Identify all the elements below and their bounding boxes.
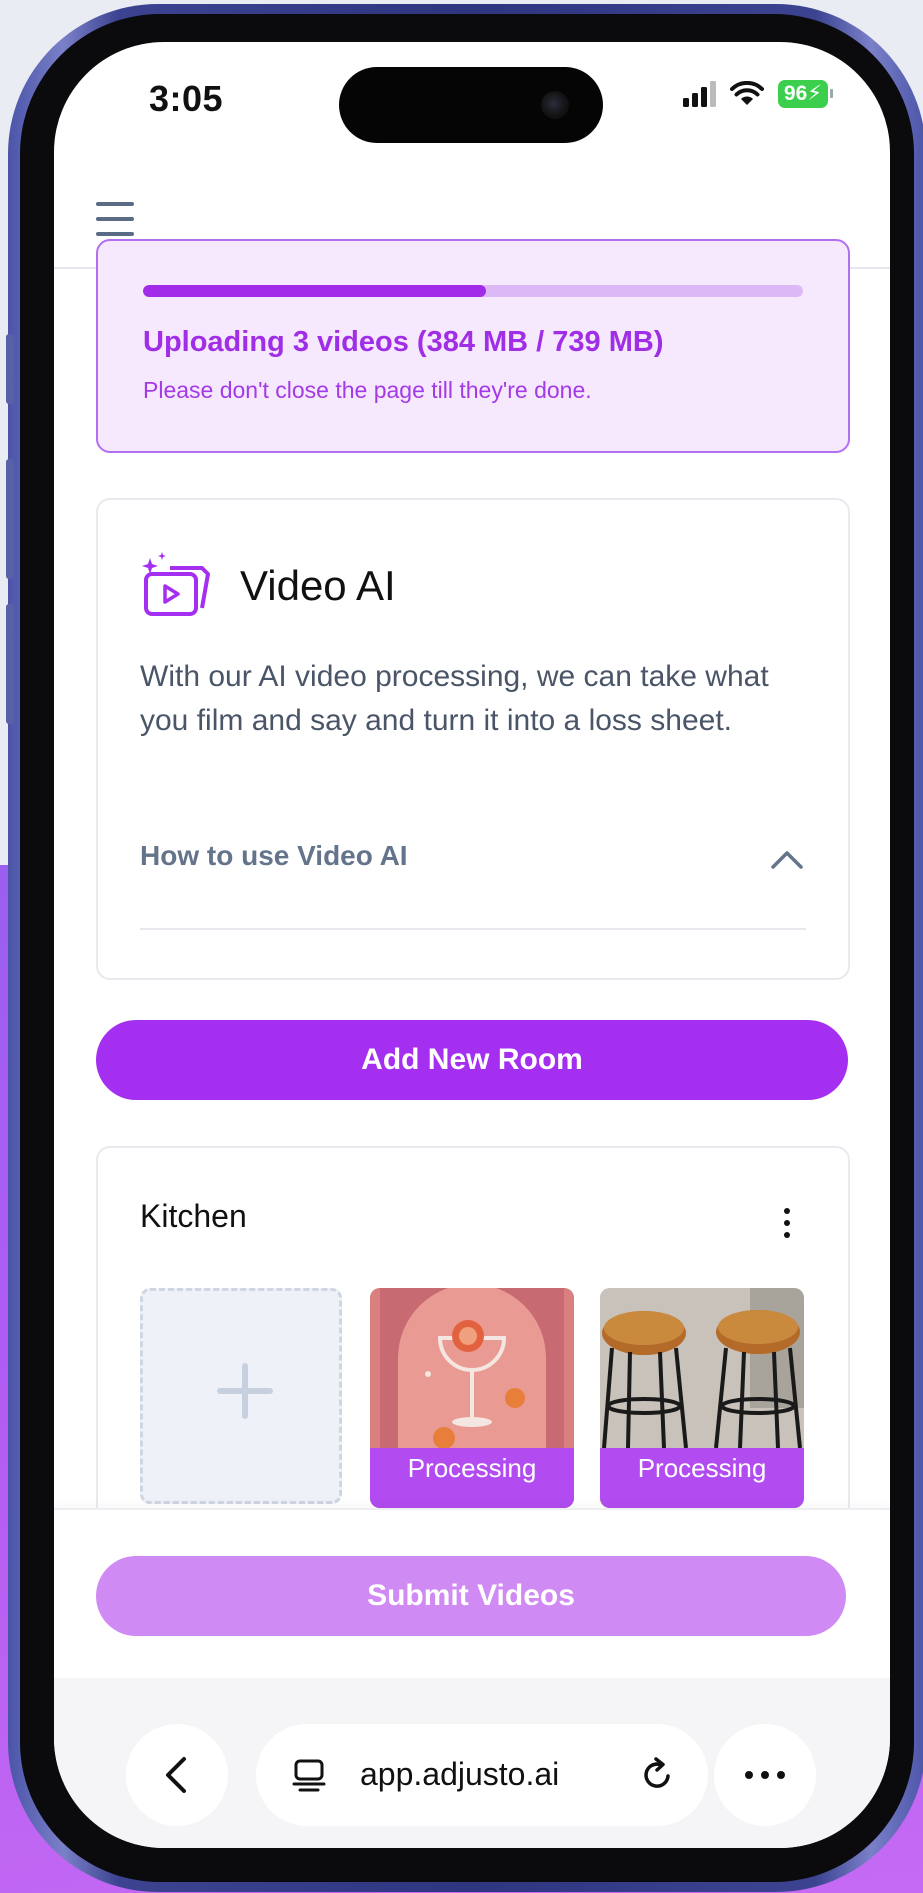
- browser-toolbar: app.adjusto.ai: [54, 1678, 890, 1848]
- reload-icon[interactable]: [638, 1756, 676, 1794]
- more-icon: [745, 1771, 785, 1779]
- phone-screen: 3:05 96⚡ Uploading 3 videos (384 MB / 73…: [54, 42, 890, 1848]
- video-sparkle-icon: [142, 552, 210, 616]
- upload-title: Uploading 3 videos (384 MB / 739 MB): [143, 326, 664, 358]
- back-button[interactable]: [126, 1724, 228, 1826]
- video-ai-title: Video AI: [240, 562, 396, 609]
- status-icons: 96⚡: [682, 80, 834, 108]
- battery-level: 96: [783, 82, 808, 105]
- battery-icon: 96⚡: [777, 80, 834, 108]
- signal-icon: [682, 81, 716, 107]
- divider: [140, 928, 806, 930]
- camera-icon: [541, 91, 569, 119]
- upload-progress-fill: [143, 285, 487, 297]
- room-title: Kitchen: [140, 1198, 247, 1234]
- action-button: [6, 334, 14, 404]
- dynamic-island: [339, 67, 603, 143]
- volume-up-button: [6, 459, 14, 579]
- address-bar[interactable]: app.adjusto.ai: [256, 1724, 708, 1826]
- plus-icon: [217, 1363, 273, 1419]
- processing-badge: Processing: [370, 1448, 574, 1508]
- chevron-left-icon: [166, 1757, 186, 1793]
- room-card-kitchen: Kitchen Processing Processing: [96, 1146, 850, 1570]
- menu-icon[interactable]: [96, 202, 134, 236]
- add-new-room-button[interactable]: Add New Room: [96, 1020, 848, 1100]
- url-text: app.adjusto.ai: [360, 1756, 560, 1792]
- bottom-action-bar: Submit Videos: [54, 1508, 890, 1680]
- upload-progress-bar: [143, 285, 803, 297]
- page-icon: [292, 1759, 326, 1792]
- video-ai-card: Video AI With our AI video processing, w…: [96, 498, 850, 980]
- more-button[interactable]: [714, 1724, 816, 1826]
- processing-badge: Processing: [600, 1448, 804, 1508]
- submit-videos-button[interactable]: Submit Videos: [96, 1556, 846, 1636]
- more-options-icon[interactable]: [784, 1208, 790, 1238]
- wifi-icon: [729, 81, 764, 105]
- add-video-tile[interactable]: [140, 1288, 342, 1504]
- volume-down-button: [6, 604, 14, 724]
- chevron-up-icon[interactable]: [770, 848, 804, 870]
- status-time: 3:05: [149, 78, 224, 119]
- how-to-toggle-label[interactable]: How to use Video AI: [140, 840, 408, 872]
- video-ai-description: With our AI video processing, we can tak…: [140, 660, 769, 737]
- upload-banner: Uploading 3 videos (384 MB / 739 MB) Ple…: [96, 239, 850, 453]
- upload-subtitle: Please don't close the page till they're…: [143, 377, 592, 403]
- video-thumbnail[interactable]: Processing: [600, 1288, 804, 1508]
- video-thumbnail[interactable]: Processing: [370, 1288, 574, 1508]
